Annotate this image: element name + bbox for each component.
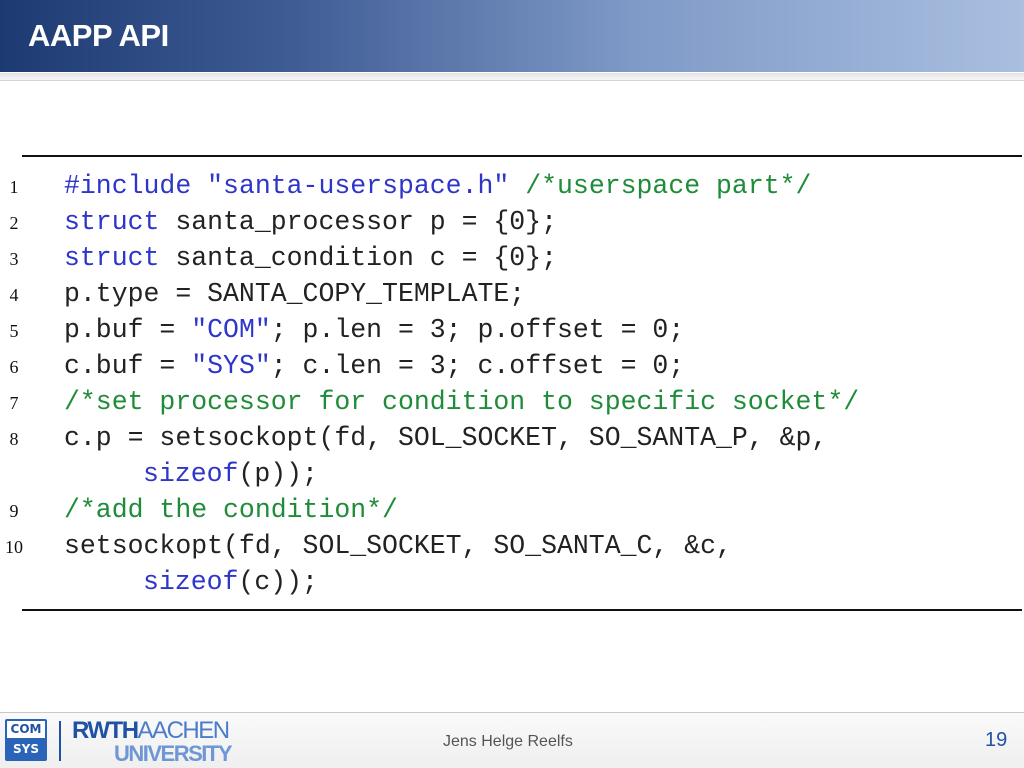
code-line: 4 p.type = SANTA_COPY_TEMPLATE; <box>0 276 1024 312</box>
code-line: 6 c.buf = "SYS"; c.len = 3; c.offset = 0; <box>0 348 1024 384</box>
line-number: 7 <box>9 393 19 413</box>
code-token: santa_processor p = {0}; <box>159 207 557 237</box>
code-token: p.buf = <box>64 315 192 345</box>
code-kw-token: struct <box>64 207 160 237</box>
code-line: 1 #include "santa-userspace.h" /*userspac… <box>0 168 1024 204</box>
code-line: 7 /*set processor for condition to specif… <box>0 384 1024 420</box>
code-token: (p)); <box>238 459 318 489</box>
code-com-token: /*add the condition*/ <box>64 495 398 525</box>
rwth-logo: RWTHAACHEN UNIVERSITY <box>72 717 233 766</box>
logo-divider <box>59 721 61 761</box>
code-kw-token: sizeof <box>143 459 239 489</box>
code-token: (c)); <box>238 567 318 597</box>
page-number: 19 <box>985 729 1008 751</box>
comsys-logo: COM SYS <box>5 719 47 761</box>
line-number: 10 <box>5 537 23 557</box>
code-com-token: /*userspace part*/ <box>525 171 812 201</box>
code-line: sizeof(p)); <box>0 456 1024 492</box>
line-number: 5 <box>9 321 19 341</box>
code-text: struct santa_condition c = {0}; <box>64 240 557 276</box>
code-token: p.type = SANTA_COPY_TEMPLATE; <box>64 279 526 309</box>
code-com-token: /*set processor for condition to specifi… <box>64 387 860 417</box>
line-number: 9 <box>9 501 19 521</box>
code-token: ; p.len = 3; p.offset = 0; <box>270 315 685 345</box>
code-token: santa_condition c = {0}; <box>159 243 557 273</box>
rwth-logo-rwth: RWTH <box>72 717 139 744</box>
code-token: ; c.len = 3; c.offset = 0; <box>270 351 685 381</box>
code-text: p.type = SANTA_COPY_TEMPLATE; <box>64 276 525 312</box>
code-str-token: "SYS" <box>191 351 271 381</box>
code-kw-token: #include <box>64 171 192 201</box>
code-line: 2 struct santa_processor p = {0}; <box>0 204 1024 240</box>
code-text: setsockopt(fd, SOL_SOCKET, SO_SANTA_C, &… <box>64 528 732 564</box>
code-top-rule <box>22 155 1022 157</box>
code-line: 3 struct santa_condition c = {0}; <box>0 240 1024 276</box>
rwth-logo-aachen: AACHEN <box>137 717 231 744</box>
code-line: 9 /*add the condition*/ <box>0 492 1024 528</box>
slide-footer: COM SYS RWTHAACHEN UNIVERSITY Jens Helge… <box>0 713 1024 768</box>
line-number: 2 <box>9 213 19 233</box>
rwth-logo-university: UNIVERSITY <box>114 741 233 766</box>
code-text: /*set processor for condition to specifi… <box>64 384 859 420</box>
author-name: Jens Helge Reelfs <box>443 733 573 750</box>
code-token: c.buf = <box>64 351 192 381</box>
code-str-token: "COM" <box>191 315 271 345</box>
code-text: /*add the condition*/ <box>64 492 398 528</box>
code-str-token: "santa-userspace.h" <box>207 171 510 201</box>
code-line: sizeof(c)); <box>0 564 1024 600</box>
code-text: c.p = setsockopt(fd, SOL_SOCKET, SO_SANT… <box>64 420 827 456</box>
code-text: struct santa_processor p = {0}; <box>64 204 557 240</box>
comsys-logo-bottom: SYS <box>7 741 45 758</box>
code-text: #include "santa-userspace.h" /*userspace… <box>64 168 811 204</box>
code-text: c.buf = "SYS"; c.len = 3; c.offset = 0; <box>64 348 684 384</box>
code-text: p.buf = "COM"; p.len = 3; p.offset = 0; <box>64 312 684 348</box>
code-line: 5 p.buf = "COM"; p.len = 3; p.offset = 0; <box>0 312 1024 348</box>
line-number: 1 <box>9 177 19 197</box>
slide-title: AAPP API <box>28 18 169 53</box>
slide-header: AAPP API <box>0 0 1024 72</box>
line-number: 3 <box>9 249 19 269</box>
code-line: 10 setsockopt(fd, SOL_SOCKET, SO_SANTA_C,… <box>0 528 1024 564</box>
line-number: 4 <box>9 285 19 305</box>
code-token: c.p = setsockopt(fd, SOL_SOCKET, SO_SANT… <box>64 423 828 453</box>
code-text: sizeof(c)); <box>143 564 318 600</box>
code-text: sizeof(p)); <box>143 456 318 492</box>
header-divider <box>0 73 1024 81</box>
code-kw-token: sizeof <box>143 567 239 597</box>
code-line: 8 c.p = setsockopt(fd, SOL_SOCKET, SO_SAN… <box>0 420 1024 456</box>
comsys-logo-top: COM <box>7 721 45 738</box>
line-number: 6 <box>9 357 19 377</box>
code-token: setsockopt(fd, SOL_SOCKET, SO_SANTA_C, &… <box>64 531 732 561</box>
code-bottom-rule <box>22 609 1022 611</box>
code-kw-token: struct <box>64 243 160 273</box>
line-number: 8 <box>9 429 19 449</box>
